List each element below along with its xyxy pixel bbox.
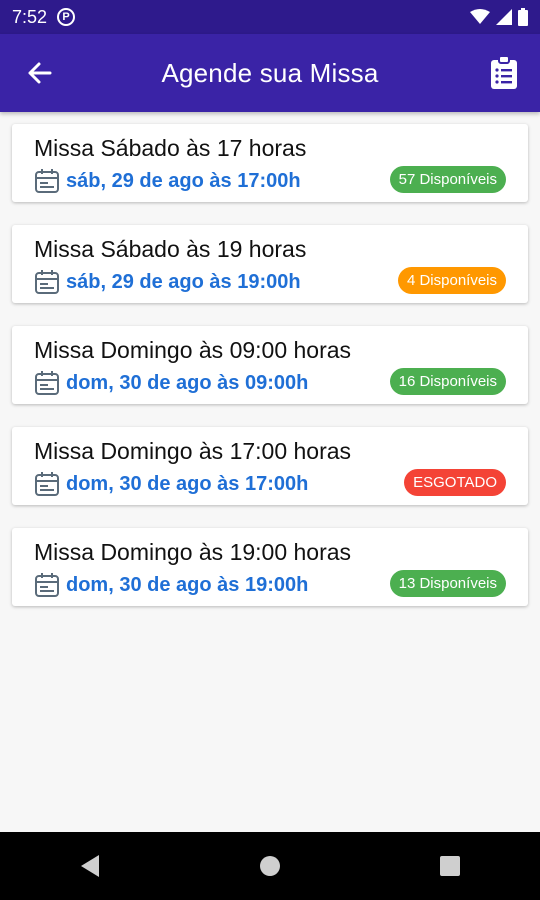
- page-title: Agende sua Missa: [161, 57, 379, 88]
- mass-title: Missa Domingo às 17:00 horas: [34, 438, 352, 464]
- availability-badge: 57 Disponíveis: [389, 166, 506, 193]
- calendar-icon: [35, 270, 59, 294]
- app-bar: Agende sua Missa: [0, 34, 540, 112]
- nav-recents-button[interactable]: [430, 846, 470, 886]
- mass-card[interactable]: Missa Domingo às 19:00 horas dom, 30 de …: [12, 528, 528, 606]
- mass-date: sáb, 29 de ago às 17:00h: [66, 169, 301, 192]
- mass-card[interactable]: Missa Domingo às 09:00 horas dom, 30 de …: [12, 326, 528, 404]
- sold-out-badge: ESGOTADO: [404, 469, 506, 496]
- mass-title: Missa Sábado às 17 horas: [34, 135, 307, 161]
- arrow-left-icon: [28, 62, 52, 84]
- battery-icon: [518, 8, 528, 26]
- signal-icon: [496, 9, 512, 25]
- mass-card[interactable]: Missa Domingo às 17:00 horas dom, 30 de …: [12, 427, 528, 505]
- mass-card[interactable]: Missa Sábado às 19 horas sáb, 29 de ago …: [12, 225, 528, 303]
- mass-date: dom, 30 de ago às 09:00h: [66, 371, 309, 394]
- back-button[interactable]: [22, 56, 56, 90]
- wifi-icon: [470, 9, 490, 24]
- square-recents-icon: [440, 856, 460, 876]
- clipboard-button[interactable]: [486, 54, 522, 92]
- mass-title: Missa Domingo às 09:00 horas: [34, 337, 352, 363]
- triangle-back-icon: [81, 855, 99, 877]
- nav-back-button[interactable]: [70, 846, 110, 886]
- mass-card[interactable]: Missa Sábado às 17 horas sáb, 29 de ago …: [12, 124, 528, 202]
- mass-list: Missa Sábado às 17 horas sáb, 29 de ago …: [0, 112, 540, 606]
- app-notification-icon: P: [57, 8, 76, 26]
- calendar-icon: [35, 371, 59, 395]
- mass-title: Missa Sábado às 19 horas: [34, 236, 307, 262]
- calendar-icon: [35, 169, 59, 193]
- availability-badge: 4 Disponíveis: [397, 267, 506, 294]
- status-bar: 7:52 P: [0, 0, 540, 34]
- circle-home-icon: [260, 856, 280, 876]
- availability-badge: 13 Disponíveis: [389, 570, 506, 597]
- calendar-icon: [35, 472, 59, 496]
- mass-title: Missa Domingo às 19:00 horas: [34, 539, 352, 565]
- mass-date: dom, 30 de ago às 19:00h: [66, 573, 309, 596]
- availability-badge: 16 Disponíveis: [389, 368, 506, 395]
- status-time: 7:52: [12, 6, 48, 27]
- nav-home-button[interactable]: [250, 846, 290, 886]
- calendar-icon: [35, 573, 59, 597]
- mass-date: dom, 30 de ago às 17:00h: [66, 472, 309, 495]
- mass-date: sáb, 29 de ago às 19:00h: [66, 270, 301, 293]
- system-nav-bar: [0, 832, 540, 900]
- clipboard-list-icon: [491, 56, 517, 89]
